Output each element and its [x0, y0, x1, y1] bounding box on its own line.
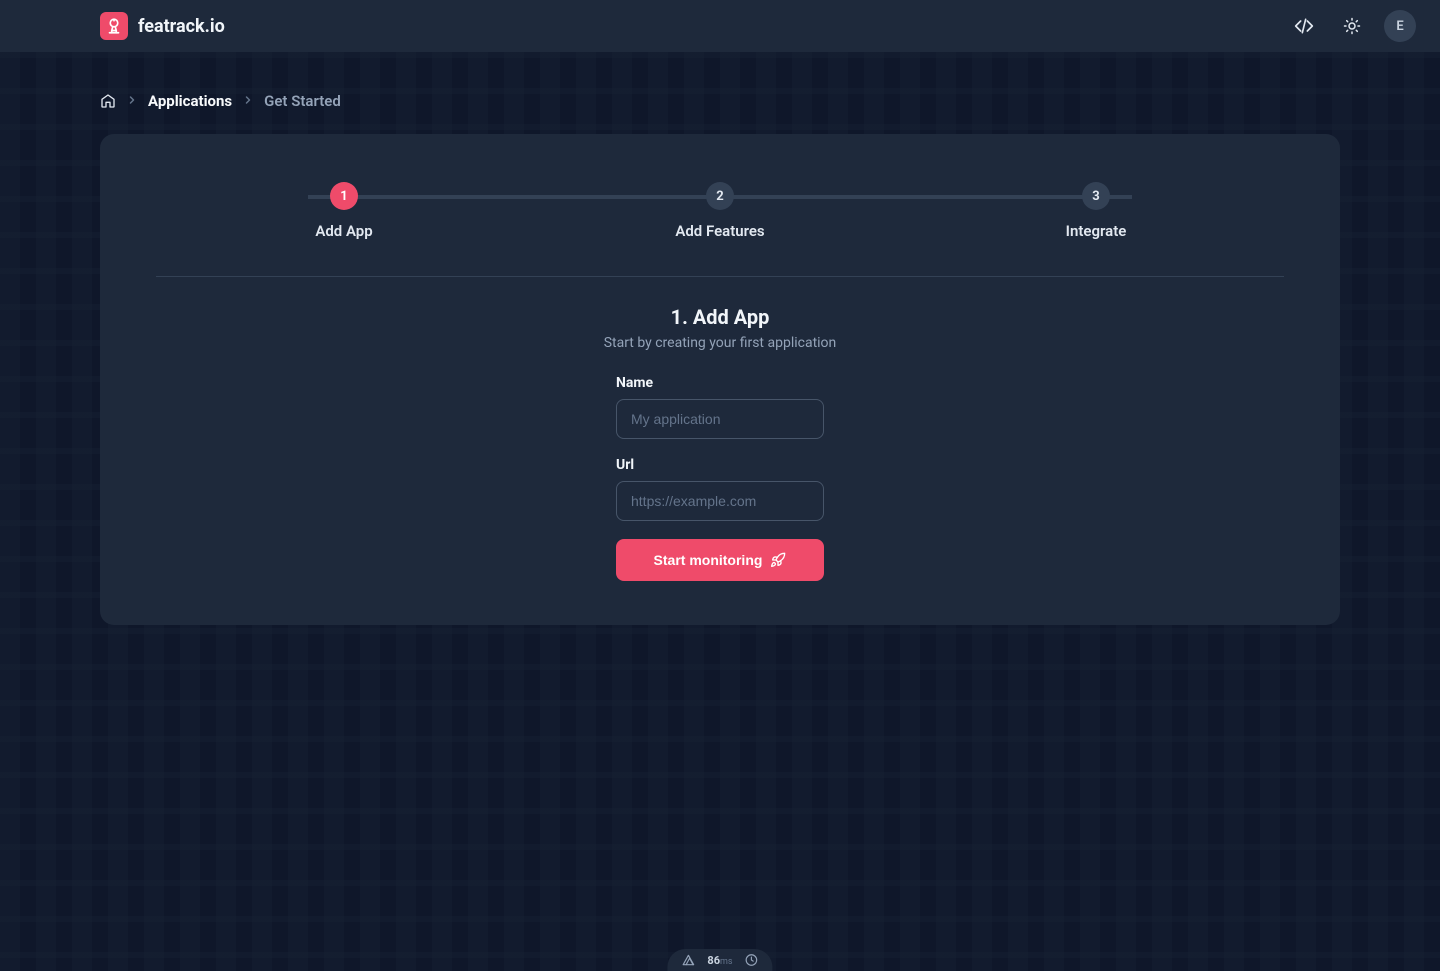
- step-add-features[interactable]: 2 Add Features: [532, 182, 908, 240]
- theme-toggle-button[interactable]: [1336, 10, 1368, 42]
- home-icon: [100, 93, 116, 109]
- chevron-right-icon: [242, 94, 254, 109]
- breadcrumb-home[interactable]: [100, 93, 116, 109]
- code-button[interactable]: [1288, 10, 1320, 42]
- submit-label: Start monitoring: [654, 552, 763, 568]
- avatar[interactable]: E: [1384, 10, 1416, 42]
- chevron-right-icon: [126, 94, 138, 109]
- clock-icon: [745, 953, 759, 967]
- breadcrumb-applications[interactable]: Applications: [148, 92, 232, 110]
- perf-value: 86: [707, 954, 720, 967]
- code-icon: [1294, 16, 1314, 36]
- step-label: Integrate: [1066, 222, 1127, 240]
- start-monitoring-button[interactable]: Start monitoring: [616, 539, 824, 581]
- brand-group[interactable]: featrack.io: [100, 12, 225, 40]
- url-field-group: Url: [616, 457, 824, 521]
- section-title: 1. Add App: [156, 305, 1284, 329]
- step-number: 2: [706, 182, 734, 210]
- brand-text: featrack.io: [138, 16, 225, 37]
- divider: [156, 276, 1284, 277]
- nuxt-icon: [681, 953, 695, 967]
- step-number: 3: [1082, 182, 1110, 210]
- form: Name Url Start monitoring: [616, 375, 824, 581]
- name-input[interactable]: [616, 399, 824, 439]
- logo-box: [100, 12, 128, 40]
- step-add-app[interactable]: 1 Add App: [156, 182, 532, 240]
- name-field-group: Name: [616, 375, 824, 439]
- header: featrack.io E: [0, 0, 1440, 52]
- perf-unit: ms: [720, 957, 733, 967]
- url-input[interactable]: [616, 481, 824, 521]
- sun-icon: [1343, 17, 1361, 35]
- dev-toolbar[interactable]: 86ms: [667, 949, 772, 971]
- step-label: Add Features: [675, 222, 764, 240]
- step-label: Add App: [315, 222, 372, 240]
- header-actions: E: [1288, 10, 1416, 42]
- name-label: Name: [616, 375, 824, 391]
- url-label: Url: [616, 457, 824, 473]
- logo-icon: [105, 17, 123, 35]
- step-integrate[interactable]: 3 Integrate: [908, 182, 1284, 240]
- breadcrumb-current: Get Started: [264, 92, 341, 110]
- breadcrumb: Applications Get Started: [0, 52, 1440, 134]
- step-number: 1: [330, 182, 358, 210]
- rocket-icon: [770, 552, 786, 568]
- main-card: 1 Add App 2 Add Features 3 Integrate 1. …: [100, 134, 1340, 625]
- stepper: 1 Add App 2 Add Features 3 Integrate: [156, 182, 1284, 240]
- section-subtitle: Start by creating your first application: [156, 335, 1284, 351]
